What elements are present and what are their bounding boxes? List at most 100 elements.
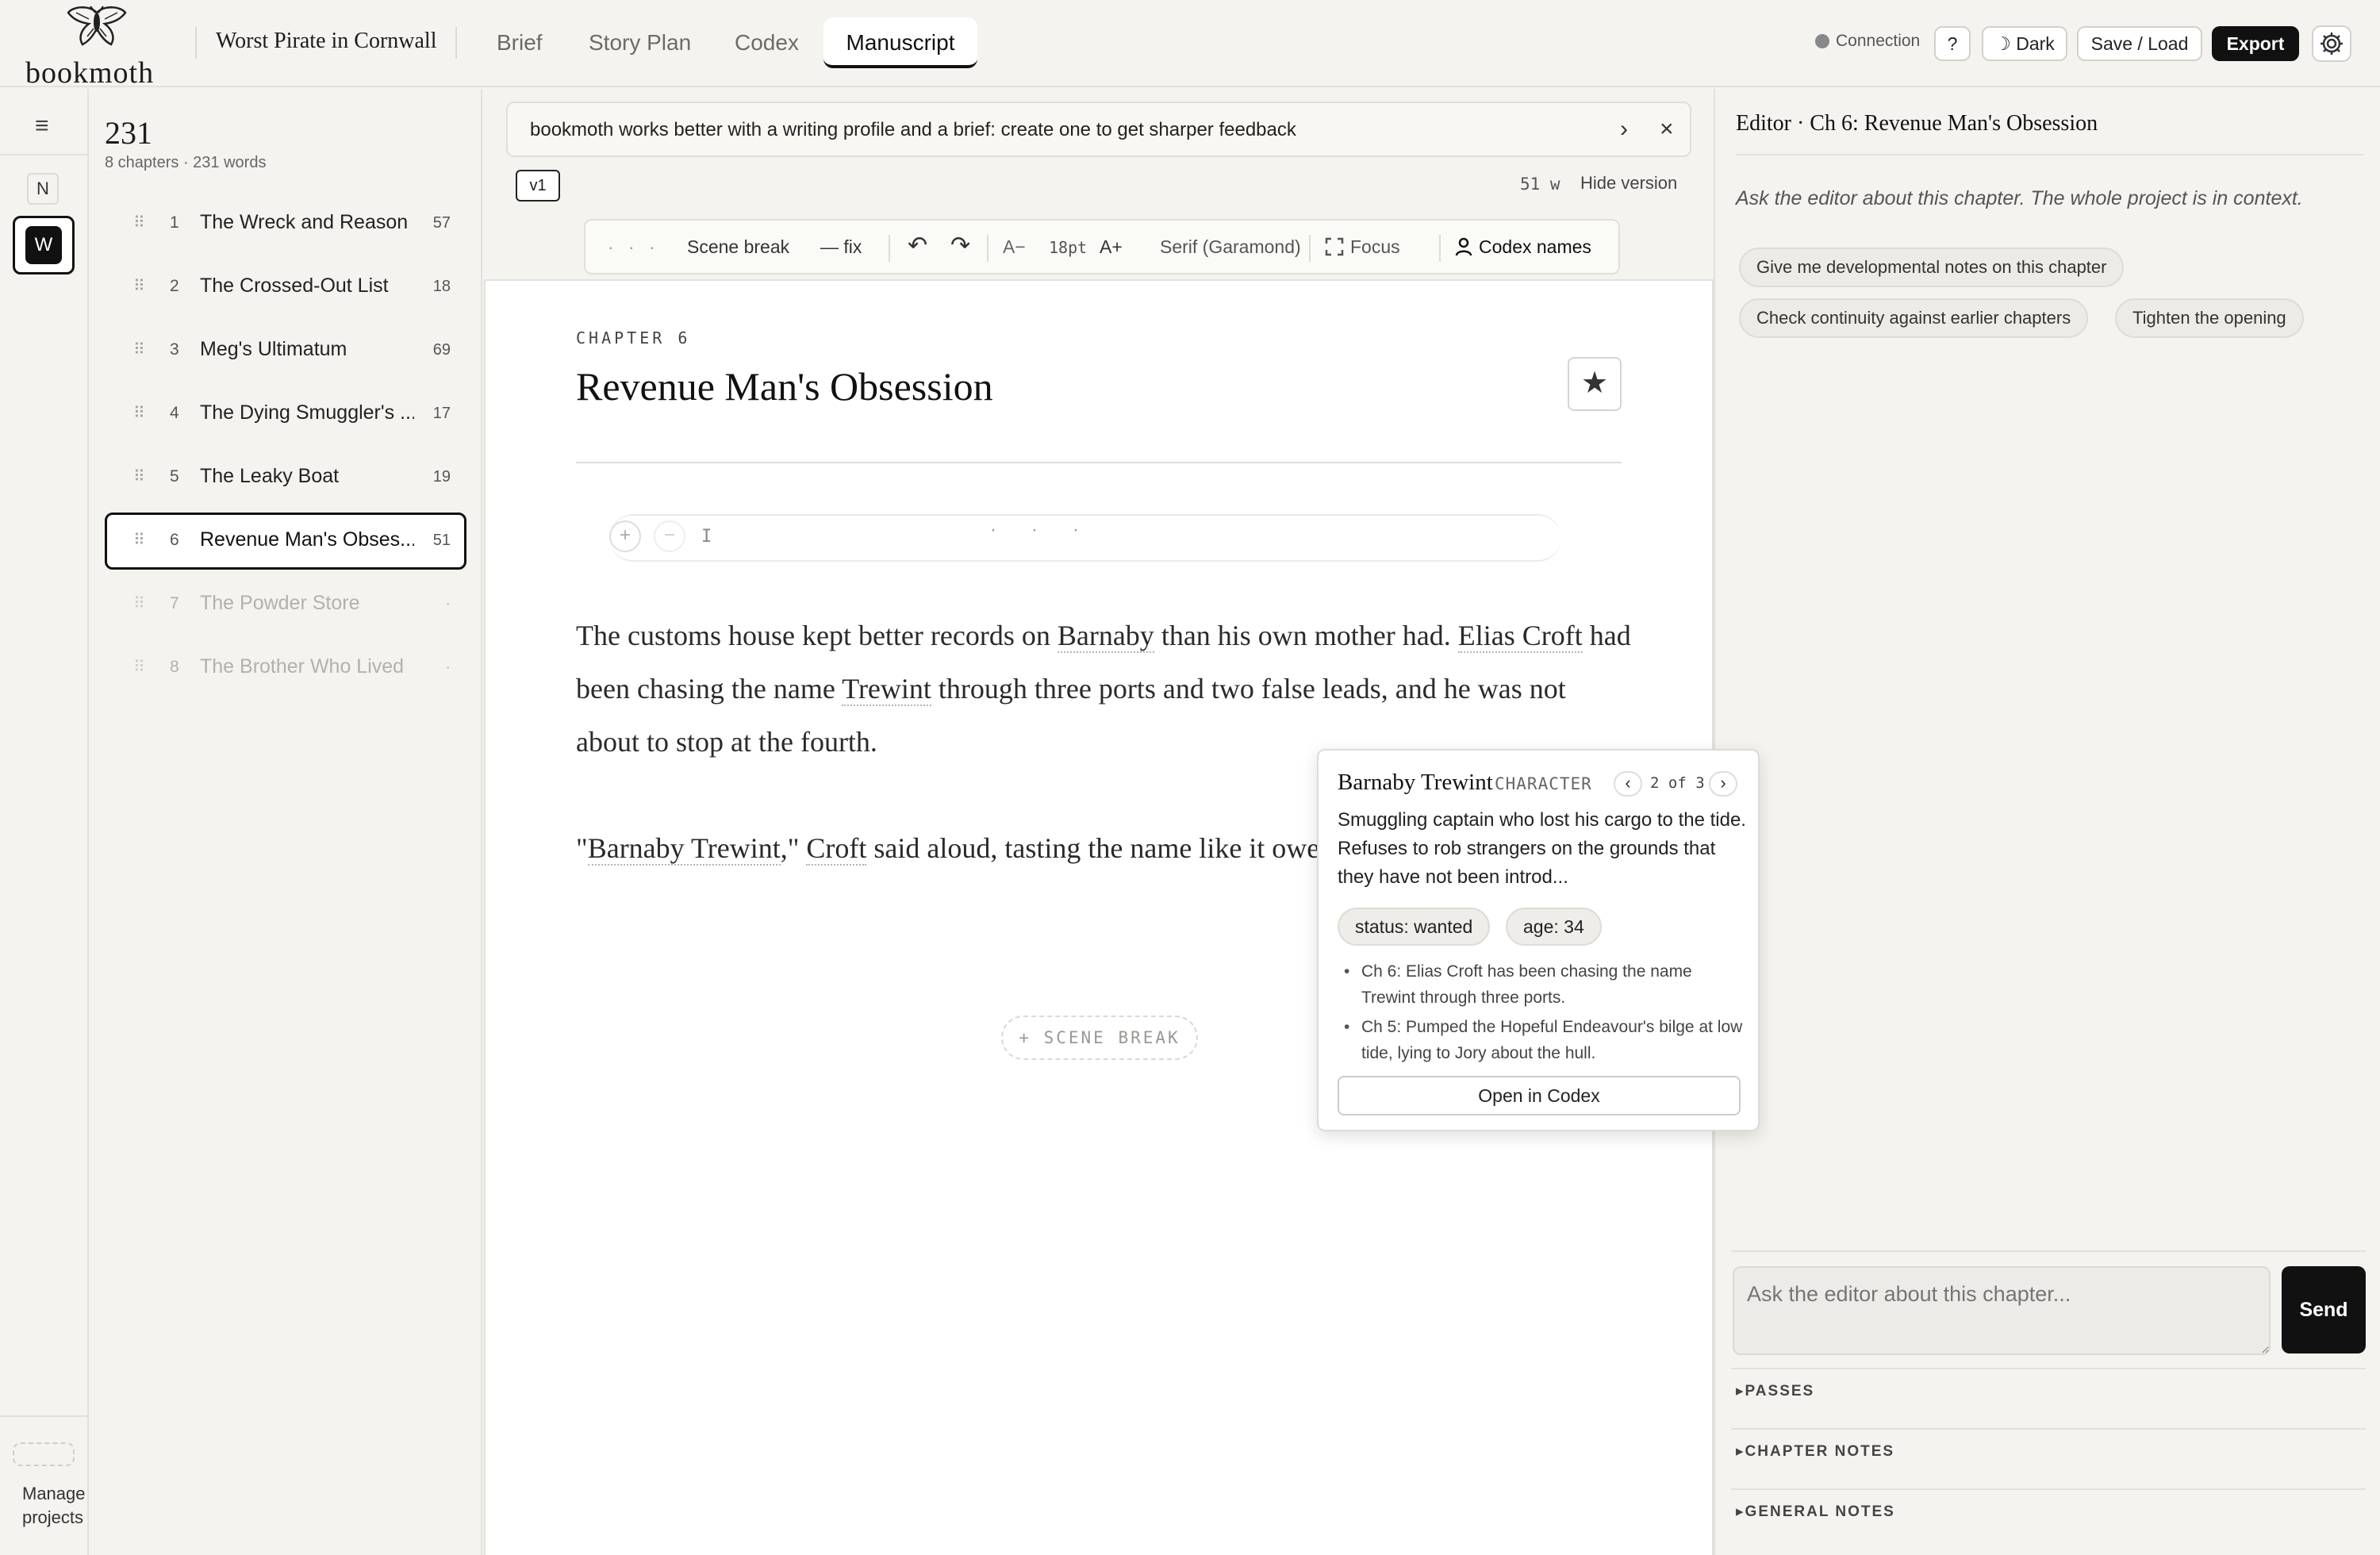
- chapter-row-8[interactable]: ⠿ 8 The Brother Who Lived ·: [105, 639, 466, 697]
- mention-item[interactable]: Ch 5: Pumped the Hopeful Endeavour's bil…: [1342, 1014, 1747, 1066]
- ask-editor-input[interactable]: [1733, 1266, 2271, 1355]
- drag-handle-icon[interactable]: ⠿: [133, 340, 145, 359]
- previous-entry-icon[interactable]: ‹: [1614, 771, 1642, 797]
- chapter-word-count: 51: [432, 532, 451, 549]
- chapter-word-count: ·: [445, 658, 451, 676]
- open-in-codex-button[interactable]: Open in Codex: [1338, 1076, 1741, 1115]
- version-badge[interactable]: v1: [516, 170, 560, 202]
- attribute-chip-age: age: 34: [1506, 908, 1602, 946]
- drag-handle-icon[interactable]: ⠿: [133, 466, 145, 486]
- paragraph-2[interactable]: "Barnaby Trewint," Croft said aloud, tas…: [576, 822, 1322, 875]
- theme-toggle-button[interactable]: ☽ Dark: [1982, 26, 2067, 61]
- font-larger-button[interactable]: A+: [1100, 236, 1123, 258]
- chapter-number: 3: [170, 340, 179, 359]
- chapter-title: Revenue Man's Obses...: [200, 528, 414, 551]
- close-icon[interactable]: ×: [1660, 116, 1674, 143]
- project-title[interactable]: Worst Pirate in Cornwall: [216, 29, 436, 54]
- brand-logo[interactable]: bookmoth: [24, 5, 167, 90]
- new-project-slot[interactable]: [13, 1442, 75, 1466]
- profile-banner[interactable]: bookmoth works better with a writing pro…: [506, 102, 1691, 157]
- codex-popover: Barnaby Trewint CHARACTER ‹ 2 of 3 › Smu…: [1317, 749, 1760, 1131]
- codex-name[interactable]: Barnaby: [1057, 620, 1154, 653]
- manage-projects-link[interactable]: Manage projects: [22, 1482, 86, 1530]
- gear-icon[interactable]: [2312, 25, 2351, 62]
- chapter-title: The Wreck and Reason: [200, 211, 409, 233]
- paragraph-1[interactable]: The customs house kept better records on…: [576, 609, 1631, 769]
- prompt-check-continuity[interactable]: Check continuity against earlier chapter…: [1739, 298, 2089, 338]
- codex-name[interactable]: Elias Croft: [1457, 620, 1583, 653]
- chapter-notes-section-toggle[interactable]: ▸CHAPTER NOTES: [1736, 1442, 1894, 1461]
- text: ,": [780, 832, 807, 864]
- tab-story-plan[interactable]: Story Plan: [566, 17, 713, 68]
- divider: [1731, 1428, 2366, 1430]
- hide-version-button[interactable]: Hide version: [1580, 173, 1677, 194]
- divider: [1731, 1488, 2366, 1490]
- fix-dashes-tool[interactable]: — fix: [820, 236, 862, 258]
- chapter-row-3[interactable]: ⠿ 3 Meg's Ultimatum 69: [105, 322, 466, 379]
- menu-icon[interactable]: ≡: [35, 113, 49, 140]
- connection-label: Connection: [1836, 32, 1921, 50]
- total-word-count: 231: [105, 115, 152, 151]
- drag-handle-icon[interactable]: ⠿: [133, 276, 145, 296]
- redo-icon[interactable]: ↷: [950, 232, 970, 259]
- help-button[interactable]: ?: [1934, 26, 1971, 61]
- codex-names-label: Codex names: [1479, 236, 1591, 257]
- chapter-row-6[interactable]: ⠿ 6 Revenue Man's Obses... 51: [105, 513, 466, 570]
- prompt-developmental-notes[interactable]: Give me developmental notes on this chap…: [1739, 248, 2125, 287]
- drag-handle-icon[interactable]: ⠿: [133, 657, 145, 677]
- chapter-number: 2: [170, 277, 179, 295]
- drag-handle-icon[interactable]: ⠿: [133, 593, 145, 613]
- next-entry-icon[interactable]: ›: [1709, 771, 1737, 797]
- manage-line-2: projects: [22, 1507, 84, 1527]
- chapter-row-1[interactable]: ⠿ 1 The Wreck and Reason 57: [105, 195, 466, 252]
- undo-icon[interactable]: ↶: [908, 232, 927, 259]
- chapter-title: The Powder Store: [200, 592, 360, 614]
- chapter-row-2[interactable]: ⠿ 2 The Crossed-Out List 18: [105, 259, 466, 316]
- chapter-title: The Brother Who Lived: [200, 655, 405, 678]
- text: ": [576, 832, 588, 864]
- chapter-word-count: 69: [432, 341, 451, 359]
- tab-brief[interactable]: Brief: [474, 17, 565, 68]
- chapter-word-count: ·: [445, 595, 451, 612]
- chapter-title: The Crossed-Out List: [200, 275, 389, 297]
- connection-status[interactable]: Connection: [1815, 32, 1920, 51]
- profile-n-button[interactable]: N: [27, 173, 59, 205]
- passes-section-toggle[interactable]: ▸PASSES: [1736, 1382, 1814, 1400]
- drag-handle-icon[interactable]: ⠿: [133, 403, 145, 423]
- prompt-tighten-opening[interactable]: Tighten the opening: [2115, 298, 2304, 338]
- divider: [1736, 154, 2364, 156]
- chapter-row-5[interactable]: ⠿ 5 The Leaky Boat 19: [105, 449, 466, 506]
- remove-paragraph-button[interactable]: −: [654, 520, 685, 552]
- chevron-right-icon[interactable]: ›: [1620, 116, 1628, 143]
- editor-toolbar: · · · Scene break — fix ↶ ↷ A− 18pt A+ S…: [584, 219, 1620, 275]
- mention-item[interactable]: Ch 6: Elias Croft has been chasing the n…: [1342, 958, 1747, 1011]
- codex-name[interactable]: Croft: [806, 832, 867, 866]
- send-button[interactable]: Send: [2282, 1266, 2366, 1353]
- tab-manuscript[interactable]: Manuscript: [823, 17, 977, 68]
- tab-codex[interactable]: Codex: [712, 17, 821, 68]
- chapter-row-4[interactable]: ⠿ 4 The Dying Smuggler's ... 17: [105, 386, 466, 443]
- chapter-row-7[interactable]: ⠿ 7 The Powder Store ·: [105, 576, 466, 633]
- font-family-select[interactable]: Serif (Garamond): [1160, 236, 1301, 258]
- banner-text: bookmoth works better with a writing pro…: [530, 119, 1296, 140]
- chapter-heading[interactable]: Revenue Man's Obsession: [576, 363, 993, 409]
- codex-name[interactable]: Barnaby Trewint: [587, 832, 781, 866]
- codex-name[interactable]: Trewint: [842, 673, 931, 706]
- drag-handle-icon[interactable]: ⠿: [133, 213, 145, 232]
- codex-entry-type: CHARACTER: [1495, 774, 1592, 793]
- drag-handle-icon[interactable]: ⠿: [133, 530, 145, 550]
- profile-w-button[interactable]: W: [13, 216, 75, 275]
- scene-break-tool[interactable]: Scene break: [687, 236, 789, 258]
- add-paragraph-button[interactable]: +: [609, 520, 641, 552]
- entry-pager: 2 of 3: [1650, 774, 1705, 792]
- star-icon[interactable]: ★: [1568, 357, 1622, 411]
- general-notes-section-toggle[interactable]: ▸GENERAL NOTES: [1736, 1503, 1895, 1521]
- codex-names-toggle[interactable]: Codex names: [1455, 236, 1591, 258]
- drag-dots[interactable]: · · ·: [608, 236, 660, 258]
- export-button[interactable]: Export: [2212, 26, 2299, 61]
- chapter-number: 1: [170, 213, 179, 232]
- save-load-button[interactable]: Save / Load: [2077, 26, 2202, 61]
- focus-mode-button[interactable]: Focus: [1325, 236, 1400, 258]
- font-smaller-button[interactable]: A−: [1003, 236, 1026, 258]
- scene-break-button[interactable]: + SCENE BREAK: [1001, 1016, 1198, 1060]
